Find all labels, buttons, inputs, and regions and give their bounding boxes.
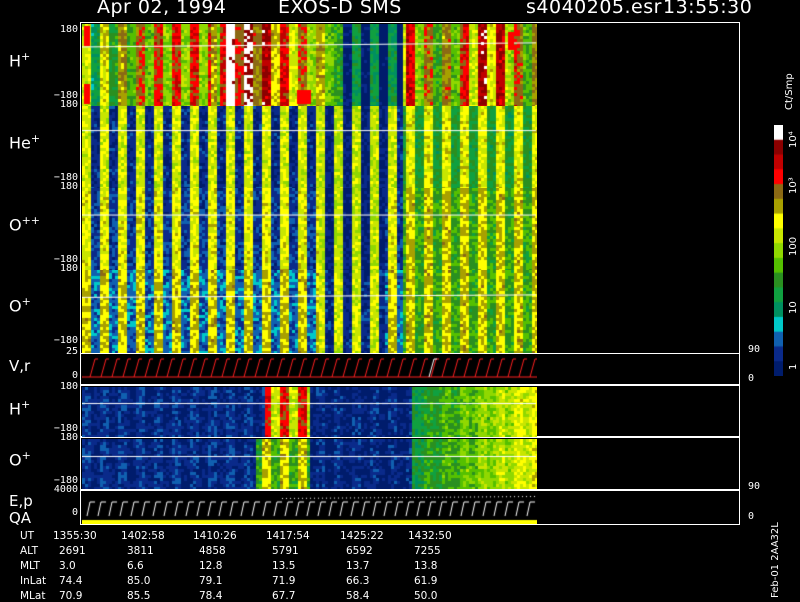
time-table-cell: 78.4 [199, 590, 223, 602]
time-table-row-label: MLT [20, 560, 40, 572]
time-table-cell: 13.5 [272, 560, 296, 572]
vr-line-panel [82, 355, 537, 383]
colorbar-tick-10: 10 [788, 301, 799, 314]
rtick-ep-top: 90 [748, 481, 761, 492]
time-table-cell: 85.0 [127, 575, 151, 587]
time-table-cell: 6592 [346, 545, 373, 557]
time-table-cell: 1417:54 [266, 530, 310, 542]
time-table-cell: 13.7 [346, 560, 370, 572]
tick-ep-bottom: 0 [71, 507, 78, 518]
date-title: Apr 02, 1994 [97, 0, 227, 18]
spectrogram-o-plus-2 [82, 439, 537, 489]
colorbar-tick-1e4: 10⁴ [788, 131, 799, 148]
tick-h-top: 180 [59, 24, 78, 35]
time-table-cell: 3811 [127, 545, 154, 557]
ep-qa-panel [82, 492, 537, 524]
colorbar-unit: Ct/Smp [784, 73, 795, 110]
label-h-plus-2: H+ [9, 398, 31, 419]
tick-op-bottom: −180 [53, 335, 78, 346]
time-table-cell: 70.9 [59, 590, 83, 602]
file-name: s4040205.esr [526, 0, 662, 18]
label-vr: V,r [9, 357, 31, 375]
tick-h2-top: 180 [59, 381, 78, 392]
time-table-cell: 67.7 [272, 590, 296, 602]
time-table-cell: 58.4 [346, 590, 370, 602]
rtick-ep-bottom: 0 [748, 511, 755, 522]
tick-vr-top: 25 [65, 346, 78, 357]
time-table-cell: 61.9 [414, 575, 438, 587]
time-table-cell: 5791 [272, 545, 299, 557]
tick-opp-top: 180 [59, 181, 78, 192]
instrument-title: EXOS-D SMS [278, 0, 402, 18]
vertical-stamp: Feb-01 2AA32L [770, 522, 781, 598]
rtick-vr-top: 90 [748, 344, 761, 355]
spectrogram-h-plus [82, 24, 537, 106]
rtick-vr-bottom: 0 [748, 373, 755, 384]
time-table-cell: 6.6 [127, 560, 144, 572]
time-table-cell: 3.0 [59, 560, 76, 572]
tick-he-top: 180 [59, 99, 78, 110]
time-table-cell: 1410:26 [193, 530, 237, 542]
tick-ep-top: 4000 [53, 484, 78, 495]
label-ep: E,p [9, 492, 33, 510]
spectrogram-he-plus [82, 106, 537, 188]
time-table-cell: 4858 [199, 545, 226, 557]
tick-o2-top: 180 [59, 432, 78, 443]
time-table-cell: 85.5 [127, 590, 151, 602]
colorbar [774, 125, 783, 376]
time-table-row-label: InLat [20, 575, 47, 587]
spectrogram-o-plus [82, 270, 537, 353]
tick-vr-bottom: 0 [71, 370, 78, 381]
time-table-cell: 7255 [414, 545, 441, 557]
colorbar-tick-1: 1 [788, 363, 799, 370]
colorbar-tick-100: 100 [788, 236, 799, 256]
tick-op-top: 180 [59, 263, 78, 274]
time-table-cell: 13.8 [414, 560, 438, 572]
time-table-cell: 71.9 [272, 575, 296, 587]
label-o-plus-2: O+ [9, 449, 31, 470]
time-table-row-label: UT [20, 530, 35, 542]
spectrogram-h-plus-2 [82, 387, 537, 437]
label-qa: QA [9, 509, 32, 527]
time-table-cell: 1355:30 [53, 530, 97, 542]
time-table-cell: 66.3 [346, 575, 370, 587]
time-table-row-label: ALT [20, 545, 39, 557]
label-o-plus-plus: O++ [9, 214, 41, 235]
label-o-plus: O+ [9, 295, 31, 316]
colorbar-tick-1e3: 10³ [788, 177, 799, 194]
time-table-cell: 2691 [59, 545, 86, 557]
label-he-plus: He+ [9, 132, 41, 153]
label-h-plus: H+ [9, 50, 31, 71]
time-table-cell: 74.4 [59, 575, 83, 587]
time-table-cell: 1425:22 [340, 530, 384, 542]
time-table-cell: 79.1 [199, 575, 223, 587]
time-table-cell: 12.8 [199, 560, 223, 572]
header-time: 13:55:30 [663, 0, 753, 18]
time-table-row-label: MLat [20, 590, 46, 602]
time-table-cell: 50.0 [414, 590, 438, 602]
spectrogram-o-plus-plus [82, 188, 537, 270]
time-table-cell: 1432:50 [408, 530, 452, 542]
time-table-cell: 1402:58 [121, 530, 165, 542]
